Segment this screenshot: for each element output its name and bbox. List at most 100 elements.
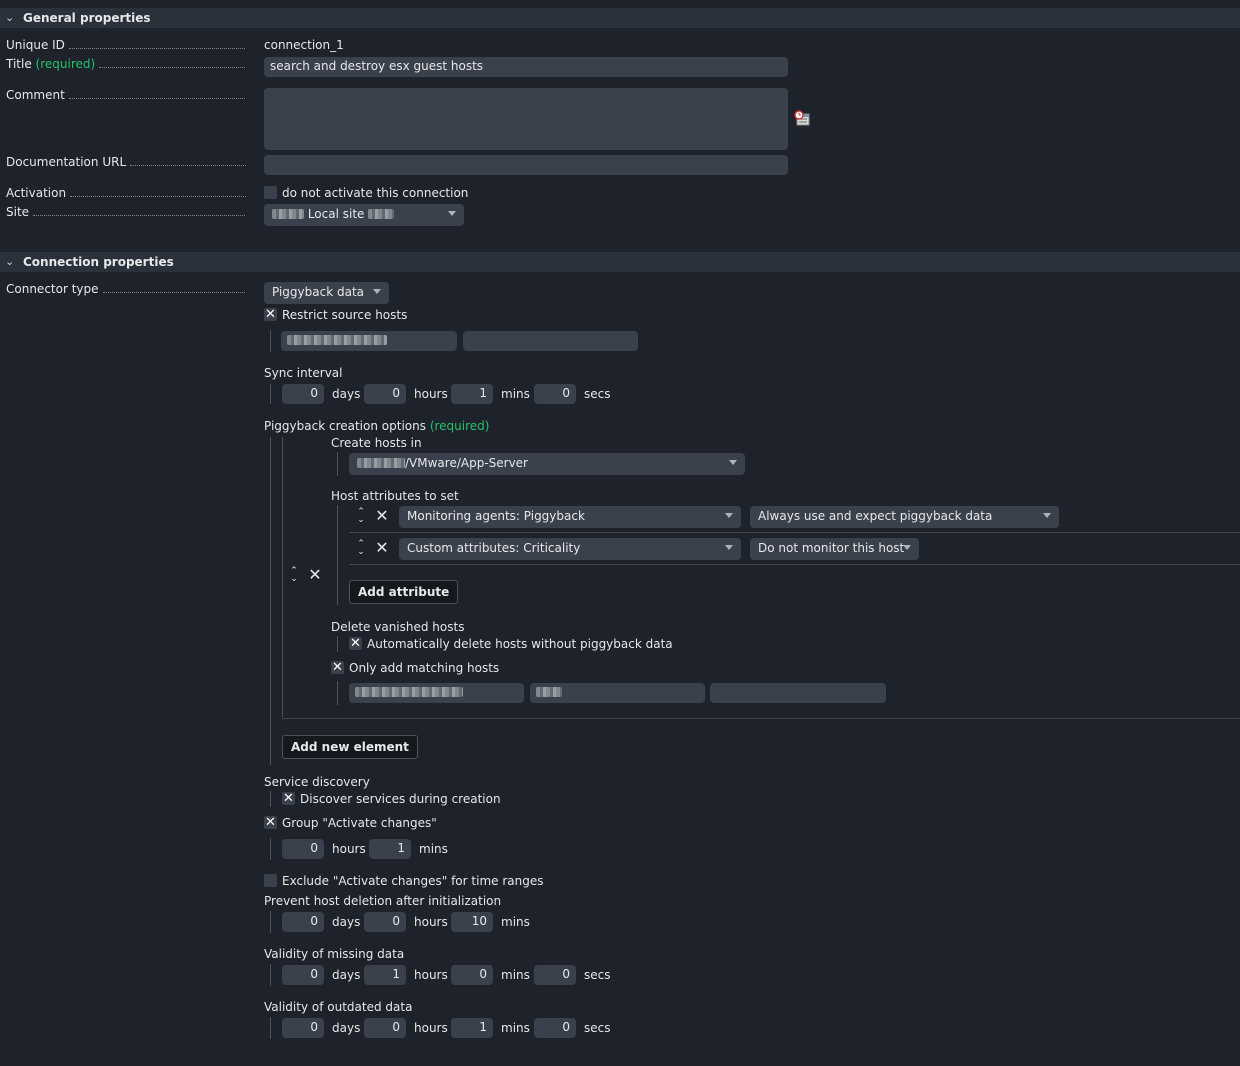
reorder-icon[interactable]: ⌃ ⌄ — [288, 567, 300, 584]
reorder-icon[interactable]: ⌃ ⌄ — [355, 540, 367, 557]
chevron-down-icon — [725, 513, 733, 518]
hours-unit: hours — [332, 842, 366, 856]
prevent-mins-input[interactable]: 10 — [451, 912, 493, 932]
delete-vanished-label: Delete vanished hosts — [331, 620, 465, 634]
site-select[interactable]: Local site — [264, 204, 464, 226]
row-divider — [282, 718, 1240, 719]
attribute-value-value: Do not monitor this host — [758, 541, 905, 555]
sync-secs-input[interactable]: 0 — [534, 384, 576, 404]
activation-label: Activation — [6, 186, 246, 200]
indent-line — [270, 838, 271, 860]
indent-line — [337, 452, 338, 476]
hours-unit: hours — [414, 1021, 448, 1035]
attribute-value-select[interactable]: Do not monitor this host — [750, 538, 919, 560]
outdated-secs-input[interactable]: 0 — [534, 1018, 576, 1038]
connector-type-label: Connector type — [6, 282, 246, 296]
attribute-name-select[interactable]: Custom attributes: Criticality — [399, 538, 741, 560]
hours-unit: hours — [414, 387, 448, 401]
redacted-text — [368, 209, 395, 219]
remove-element-icon[interactable]: ✕ — [308, 567, 322, 583]
missing-secs-input[interactable]: 0 — [534, 965, 576, 985]
secs-unit: secs — [584, 968, 611, 982]
redacted-text — [355, 687, 463, 697]
group-mins-input[interactable]: 1 — [369, 839, 411, 859]
create-hosts-in-value: /VMware/App-Server — [405, 456, 528, 470]
do-not-activate-label: do not activate this connection — [282, 186, 469, 200]
source-host-input-2[interactable] — [463, 331, 638, 351]
auto-delete-checkbox[interactable]: ✕ — [349, 637, 362, 650]
check-x-icon: ✕ — [265, 307, 276, 322]
matching-host-input-1[interactable] — [349, 683, 524, 703]
missing-mins-input[interactable]: 0 — [451, 965, 493, 985]
create-hosts-in-label: Create hosts in — [331, 436, 422, 450]
mins-unit: mins — [419, 842, 448, 856]
indent-line — [270, 964, 271, 986]
secs-unit: secs — [584, 387, 611, 401]
days-unit: days — [332, 915, 361, 929]
reorder-icon[interactable]: ⌃ ⌄ — [355, 508, 367, 525]
chevron-down-icon — [729, 460, 737, 465]
exclude-activate-checkbox[interactable] — [264, 874, 277, 887]
attribute-name-select[interactable]: Monitoring agents: Piggyback — [399, 506, 741, 528]
chevron-down-icon — [725, 545, 733, 550]
matching-host-input-3[interactable] — [710, 683, 886, 703]
validity-outdated-label: Validity of outdated data — [264, 1000, 413, 1014]
piggyback-options-label: Piggyback creation options (required) — [264, 419, 490, 433]
add-new-element-button[interactable]: Add new element — [282, 735, 418, 759]
attribute-value-value: Always use and expect piggyback data — [758, 509, 993, 523]
indent-line — [270, 791, 271, 807]
group-activate-checkbox[interactable]: ✕ — [264, 816, 277, 829]
exclude-activate-label: Exclude "Activate changes" for time rang… — [282, 874, 544, 888]
attribute-name-value: Monitoring agents: Piggyback — [407, 509, 585, 523]
indent-line — [270, 437, 271, 765]
check-x-icon: ✕ — [332, 660, 343, 675]
do-not-activate-checkbox[interactable] — [264, 186, 277, 199]
chevron-down-icon — [903, 545, 911, 550]
outdated-days-input[interactable]: 0 — [282, 1018, 324, 1038]
hours-unit: hours — [414, 915, 448, 929]
matching-host-input-2[interactable] — [530, 683, 705, 703]
restrict-source-hosts-checkbox[interactable]: ✕ — [264, 308, 277, 321]
comment-textarea[interactable] — [264, 88, 788, 150]
discover-services-checkbox[interactable]: ✕ — [282, 792, 295, 805]
chevron-down-icon: ⌄ — [5, 11, 15, 24]
prevent-deletion-label: Prevent host deletion after initializati… — [264, 894, 502, 908]
sync-mins-input[interactable]: 1 — [451, 384, 493, 404]
sync-days-input[interactable]: 0 — [282, 384, 324, 404]
unique-id-value: connection_1 — [264, 38, 344, 52]
create-hosts-in-select[interactable]: /VMware/App-Server — [349, 453, 745, 475]
outdated-hours-input[interactable]: 0 — [364, 1018, 406, 1038]
missing-days-input[interactable]: 0 — [282, 965, 324, 985]
mins-unit: mins — [501, 1021, 530, 1035]
chevron-down-icon: ⌄ — [5, 255, 15, 268]
insert-date-icon[interactable] — [794, 110, 810, 126]
list-element-line — [282, 437, 283, 717]
section-title: Connection properties — [23, 255, 174, 269]
title-label: Title (required) — [6, 57, 246, 71]
connection-properties-header[interactable]: ⌄ Connection properties — [0, 252, 1240, 272]
group-hours-input[interactable]: 0 — [282, 839, 324, 859]
prevent-days-input[interactable]: 0 — [282, 912, 324, 932]
only-matching-checkbox[interactable]: ✕ — [331, 661, 344, 674]
check-x-icon: ✕ — [283, 791, 294, 806]
indent-line — [337, 636, 338, 652]
missing-hours-input[interactable]: 1 — [364, 965, 406, 985]
indent-line — [337, 681, 338, 705]
group-activate-label: Group "Activate changes" — [282, 816, 437, 830]
redacted-text — [287, 335, 387, 345]
remove-attribute-icon[interactable]: ✕ — [375, 540, 389, 556]
documentation-url-input[interactable] — [264, 155, 788, 175]
discover-services-label: Discover services during creation — [300, 792, 501, 806]
prevent-hours-input[interactable]: 0 — [364, 912, 406, 932]
add-attribute-button[interactable]: Add attribute — [349, 580, 459, 604]
sync-hours-input[interactable]: 0 — [364, 384, 406, 404]
title-input[interactable]: search and destroy esx guest hosts — [264, 57, 788, 77]
connector-type-select[interactable]: Piggyback data — [264, 282, 389, 304]
row-divider — [349, 564, 1240, 565]
redacted-text — [272, 209, 304, 219]
source-host-input-1[interactable] — [281, 331, 457, 351]
remove-attribute-icon[interactable]: ✕ — [375, 508, 389, 524]
attribute-value-select[interactable]: Always use and expect piggyback data — [750, 506, 1059, 528]
general-properties-header[interactable]: ⌄ General properties — [0, 8, 1240, 28]
outdated-mins-input[interactable]: 1 — [451, 1018, 493, 1038]
